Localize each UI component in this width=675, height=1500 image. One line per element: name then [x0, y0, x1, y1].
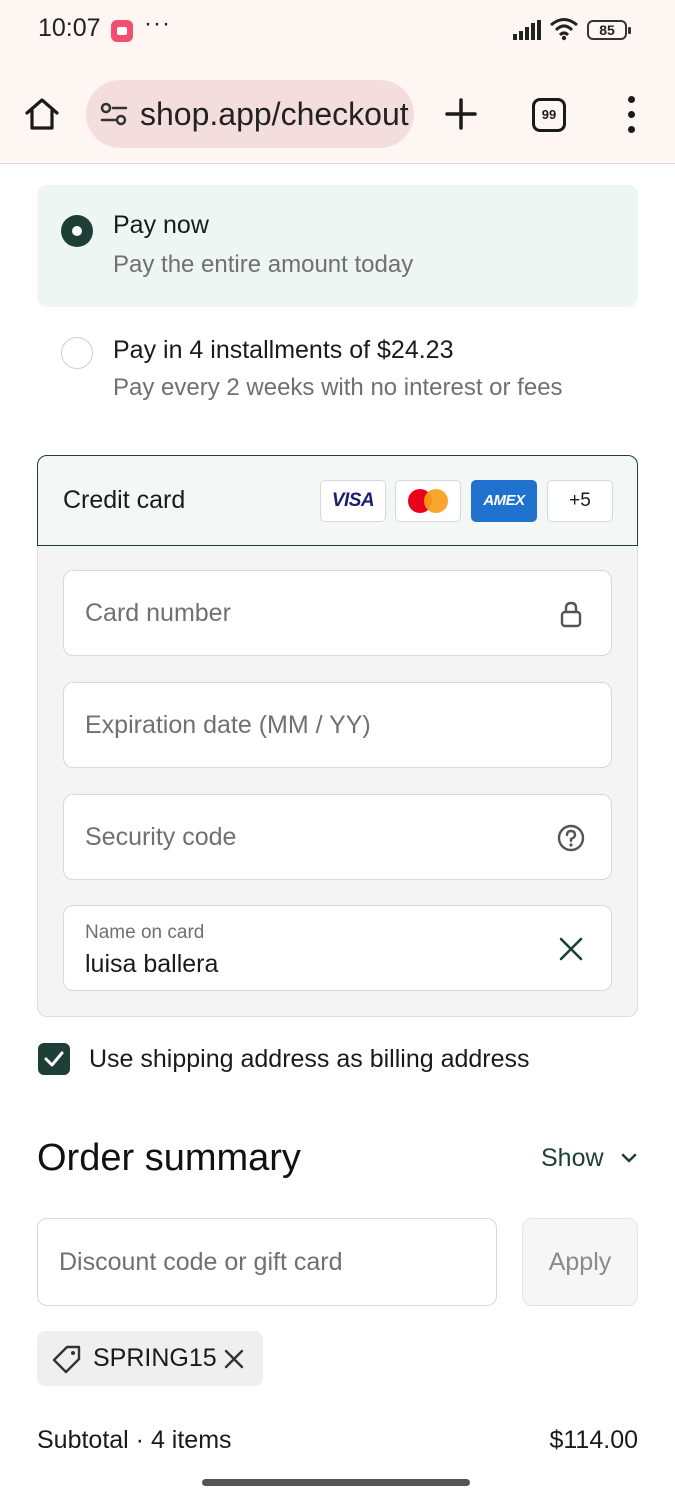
help-circle-icon[interactable] [557, 824, 585, 852]
site-settings-icon[interactable] [100, 102, 128, 126]
installments-title: Pay in 4 installments of $24.23 [113, 336, 454, 364]
expiration-placeholder: Expiration date (MM / YY) [85, 711, 371, 739]
visa-logo-text: VISA [331, 490, 375, 511]
installments-radio[interactable] [61, 337, 93, 369]
discount-placeholder: Discount code or gift card [59, 1248, 343, 1276]
discount-code-text: SPRING15 [93, 1344, 217, 1372]
status-time: 10:07 [38, 14, 101, 42]
security-code-field[interactable]: Security code [63, 794, 612, 880]
apply-button[interactable]: Apply [522, 1218, 638, 1306]
clear-icon[interactable] [557, 935, 585, 963]
order-summary-title: Order summary [37, 1137, 301, 1179]
signal-icon [513, 20, 541, 40]
plus-icon[interactable] [441, 94, 481, 134]
pay-now-subtitle: Pay the entire amount today [113, 251, 414, 278]
credit-card-form: Card number Expiration date (MM / YY) Se… [37, 546, 638, 1017]
subtotal-value: $114.00 [549, 1426, 638, 1454]
card-number-placeholder: Card number [85, 599, 231, 627]
name-on-card-value: luisa ballera [85, 950, 219, 978]
address-bar[interactable]: shop.app/checkout [86, 80, 414, 148]
installments-subtitle: Pay every 2 weeks with no interest or fe… [113, 374, 563, 401]
billing-checkbox-label[interactable]: Use shipping address as billing address [89, 1045, 530, 1074]
more-vert-icon[interactable] [620, 96, 644, 136]
card-number-field[interactable]: Card number [63, 570, 612, 656]
tag-icon [52, 1345, 81, 1374]
app-notification-icon [111, 20, 133, 42]
subtotal-label: Subtotal · 4 items [37, 1426, 232, 1454]
visa-logo: VISA [320, 480, 386, 522]
more-cards-badge: +5 [547, 480, 613, 522]
more-cards-text: +5 [569, 490, 591, 511]
status-more-icon: ··· [144, 10, 171, 37]
applied-discount-chip: SPRING15 [37, 1331, 263, 1386]
discount-code-input[interactable]: Discount code or gift card [37, 1218, 497, 1306]
credit-card-title: Credit card [63, 486, 186, 514]
pay-now-title: Pay now [113, 211, 209, 239]
checkmark-icon [44, 1051, 64, 1067]
amex-logo-text: AMEX [483, 492, 525, 509]
lock-icon [560, 601, 582, 628]
home-indicator[interactable] [202, 1479, 470, 1486]
pay-now-radio[interactable] [61, 215, 93, 247]
battery-icon: 85 [587, 20, 631, 40]
pay-now-option[interactable]: Pay now Pay the entire amount today [37, 185, 638, 307]
tabs-icon[interactable]: 99 [532, 98, 566, 132]
status-bar: 10:07 ··· 85 [0, 0, 675, 60]
security-code-placeholder: Security code [85, 823, 237, 851]
url-text: shop.app/checkout [140, 96, 409, 132]
credit-card-option[interactable]: Credit card VISA AMEX +5 [37, 455, 638, 546]
chevron-down-icon[interactable] [621, 1152, 637, 1164]
name-on-card-label: Name on card [85, 922, 205, 943]
home-icon[interactable] [22, 94, 62, 134]
amex-logo: AMEX [471, 480, 537, 522]
installments-option[interactable]: Pay in 4 installments of $24.23 Pay ever… [37, 320, 638, 420]
name-on-card-field[interactable]: Name on card luisa ballera [63, 905, 612, 991]
wifi-icon [550, 18, 578, 41]
mastercard-logo [395, 480, 461, 522]
expiration-date-field[interactable]: Expiration date (MM / YY) [63, 682, 612, 768]
browser-toolbar: shop.app/checkout 99 [0, 60, 675, 164]
billing-checkbox[interactable] [38, 1043, 70, 1075]
order-summary-toggle[interactable]: Show [541, 1144, 604, 1176]
remove-discount-icon[interactable] [223, 1348, 245, 1370]
